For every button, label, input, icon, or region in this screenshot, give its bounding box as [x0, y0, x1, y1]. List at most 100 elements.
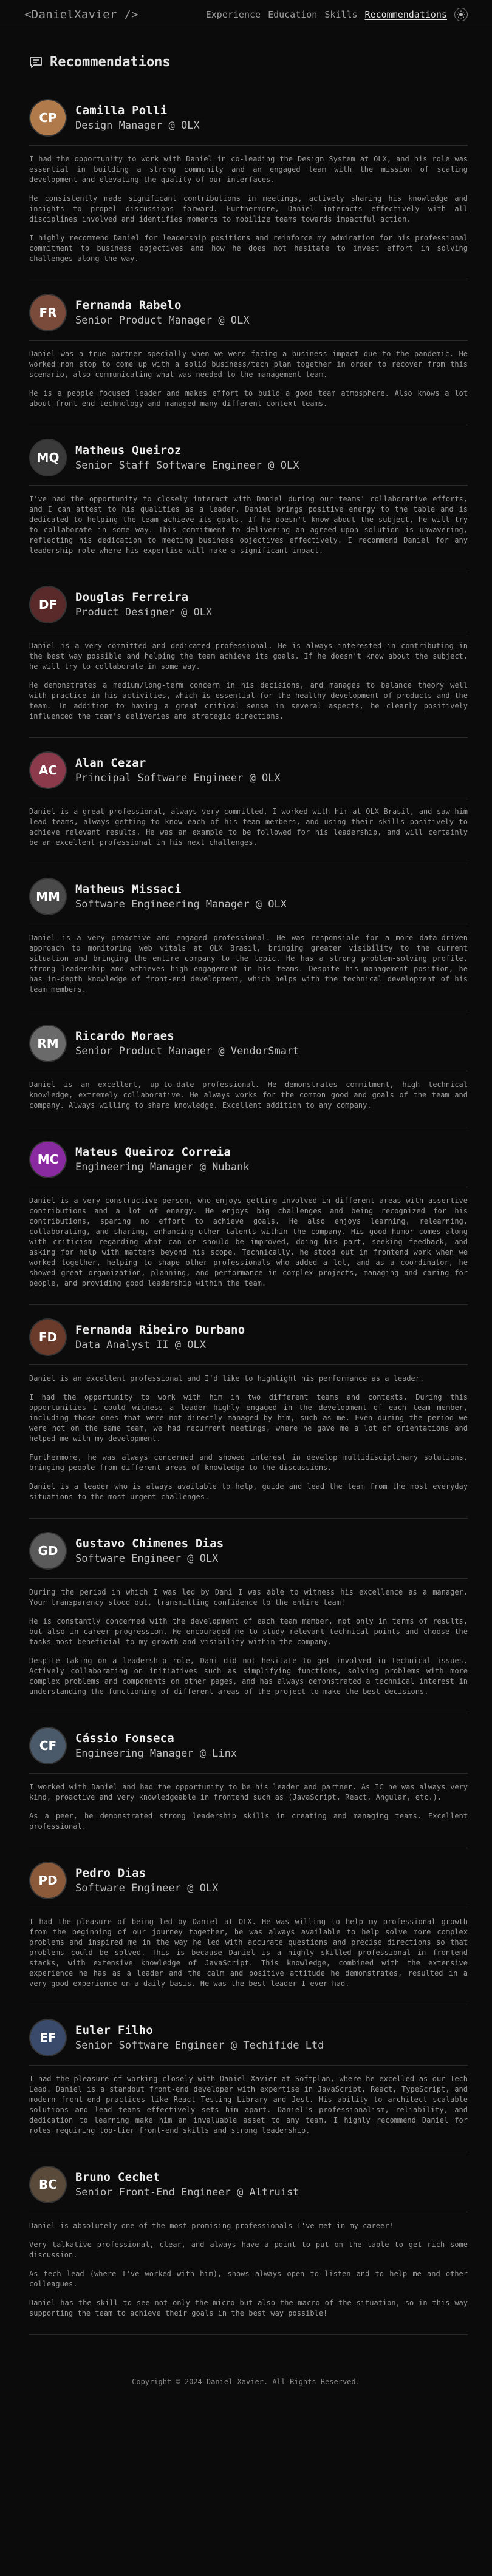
recommendation-header: FR Fernanda Rabelo Senior Product Manager …	[29, 294, 468, 331]
recommender-name: Mateus Queiroz Correia	[75, 1145, 231, 1159]
recommendation-paragraph: Daniel is an excellent, up-to-date profe…	[29, 1080, 468, 1110]
recommendation-paragraph: Despite taking on a leadership role, Dan…	[29, 1656, 468, 1696]
recommender-role: Engineering Manager @ Nubank	[75, 1161, 250, 1173]
recommendation-header: FD Fernanda Ribeiro Durbano Data Analyst I…	[29, 1318, 468, 1356]
recommendation-header: MM Matheus Missaci Software Engineering Ma…	[29, 878, 468, 915]
recommender-role: Engineering Manager @ Linx	[75, 1747, 237, 1760]
recommendation-text: Daniel was a true partner specially when…	[29, 340, 468, 425]
recommendation-paragraph: Daniel was a true partner specially when…	[29, 350, 468, 379]
avatar: RM	[29, 1025, 67, 1062]
recommendation-text: I had the opportunity to work with Danie…	[29, 145, 468, 280]
recommendation-paragraph: As tech lead (where I've worked with him…	[29, 2269, 468, 2288]
recommendation-paragraph: I worked with Daniel and had the opportu…	[29, 1783, 468, 1802]
recommendation-paragraph: Daniel is a great professional, always v…	[29, 807, 468, 847]
recommender-info: Ricardo Moraes Senior Product Manager @ V…	[75, 1029, 299, 1057]
recommendation-paragraph: I had the opportunity to work with Danie…	[29, 155, 468, 184]
recommender-role: Senior Front-End Engineer @ Altruist	[75, 2186, 299, 2198]
recommendation-header: RM Ricardo Moraes Senior Product Manager @…	[29, 1025, 468, 1062]
avatar: EF	[29, 2019, 67, 2056]
recommender-name: Fernanda Ribeiro Durbano	[75, 1323, 245, 1337]
avatar: CF	[29, 1727, 67, 1764]
recommendation-header: EF Euler Filho Senior Software Engineer @ …	[29, 2019, 468, 2056]
avatar: CP	[29, 99, 67, 137]
recommendation-card: CP Camilla Polli Design Manager @ OLX I had…	[29, 86, 468, 280]
recommender-info: Matheus Queiroz Senior Staff Software Eng…	[75, 444, 299, 472]
recommender-info: Euler Filho Senior Software Engineer @ Te…	[75, 2024, 324, 2052]
recommendation-paragraph: He is a people focused leader and makes …	[29, 389, 468, 408]
copyright-text: Copyright © 2024 Daniel Xavier. All Righ…	[132, 2378, 360, 2386]
recommendation-card: AC Alan Cezar Principal Software Engineer …	[29, 738, 468, 864]
avatar: DF	[29, 586, 67, 623]
section-title: Recommendations	[0, 29, 492, 86]
avatar: FR	[29, 294, 67, 331]
recommendation-paragraph: Daniel is absolutely one of the most pro…	[29, 2222, 394, 2230]
recommendation-paragraph: I had the pleasure of being led by Danie…	[29, 1917, 468, 1988]
recommendation-paragraph: I had the opportunity to work with him i…	[29, 1393, 468, 1443]
recommendation-card: MQ Matheus Queiroz Senior Staff Software E…	[29, 425, 468, 572]
recommendation-card: MM Matheus Missaci Software Engineering Ma…	[29, 864, 468, 1011]
recommender-name: Matheus Queiroz	[75, 444, 182, 457]
recommendation-text: I've had the opportunity to closely inte…	[29, 485, 468, 572]
recommender-name: Bruno Cechet	[75, 2171, 160, 2184]
recommendation-paragraph: Daniel is a very committed and dedicated…	[29, 642, 468, 671]
recommendation-paragraph: He demonstrates a medium/long-term conce…	[29, 681, 468, 720]
footer: Copyright © 2024 Daniel Xavier. All Righ…	[0, 2335, 492, 2410]
recommendation-header: DF Douglas Ferreira Product Designer @ OLX	[29, 586, 468, 623]
recommender-role: Software Engineer @ OLX	[75, 1553, 219, 1565]
recommendation-paragraph: Very talkative professional, clear, and …	[29, 2240, 468, 2259]
recommendation-paragraph: Daniel has the skill to see not only the…	[29, 2299, 468, 2317]
recommendation-paragraph: Daniel is a very constructive person, wh…	[29, 1196, 468, 1287]
recommender-info: Mateus Queiroz Correia Engineering Manage…	[75, 1145, 250, 1173]
recommendation-card: FR Fernanda Rabelo Senior Product Manager …	[29, 280, 468, 425]
recommender-role: Data Analyst II @ OLX	[75, 1339, 206, 1351]
recommendation-card: DF Douglas Ferreira Product Designer @ OLX…	[29, 572, 468, 738]
recommendation-text: Daniel is absolutely one of the most pro…	[29, 2212, 468, 2335]
top-nav: <DanielXavier /> Experience Education Sk…	[0, 0, 492, 29]
recommendation-paragraph: I had the pleasure of working closely wi…	[29, 2075, 468, 2135]
recommendation-header: MQ Matheus Queiroz Senior Staff Software E…	[29, 439, 468, 476]
brand-logo[interactable]: <DanielXavier />	[24, 8, 138, 21]
recommendation-text: Daniel is a very constructive person, wh…	[29, 1187, 468, 1305]
recommendation-card: FD Fernanda Ribeiro Durbano Data Analyst I…	[29, 1305, 468, 1519]
recommendation-card: MC Mateus Queiroz Correia Engineering Mana…	[29, 1127, 468, 1305]
recommender-name: Camilla Polli	[75, 104, 168, 117]
recommendation-text: Daniel is an excellent professional and …	[29, 1364, 468, 1519]
recommendation-paragraph: Daniel is a leader who is always availab…	[29, 1482, 468, 1501]
recommendation-header: AC Alan Cezar Principal Software Engineer …	[29, 751, 468, 789]
recommendation-header: CF Cássio Fonseca Engineering Manager @ Li…	[29, 1727, 468, 1764]
nav-link-education[interactable]: Education	[268, 9, 317, 20]
recommender-role: Software Engineer @ OLX	[75, 1882, 219, 1894]
recommendation-paragraph: I've had the opportunity to closely inte…	[29, 495, 468, 555]
recommender-info: Fernanda Rabelo Senior Product Manager @ …	[75, 299, 250, 327]
avatar: FD	[29, 1318, 67, 1356]
recommendation-paragraph: He consistently made significant contrib…	[29, 194, 468, 223]
nav-link-recommendations[interactable]: Recommendations	[365, 9, 447, 20]
section-title-text: Recommendations	[50, 55, 171, 70]
recommender-role: Product Designer @ OLX	[75, 606, 213, 619]
avatar: AC	[29, 751, 67, 789]
recommender-role: Senior Product Manager @ OLX	[75, 314, 250, 327]
recommendation-text: I had the pleasure of being led by Danie…	[29, 1908, 468, 2005]
nav-link-experience[interactable]: Experience	[206, 9, 261, 20]
recommender-name: Fernanda Rabelo	[75, 299, 182, 312]
recommender-role: Design Manager @ OLX	[75, 120, 200, 132]
avatar: GD	[29, 1532, 67, 1570]
nav-link-skills[interactable]: Skills	[324, 9, 357, 20]
recommendation-paragraph: He is constantly concerned with the deve…	[29, 1617, 468, 1646]
recommender-info: Bruno Cechet Senior Front-End Engineer @ …	[75, 2171, 299, 2198]
recommender-info: Camilla Polli Design Manager @ OLX	[75, 104, 200, 132]
recommendation-text: Daniel is a very proactive and engaged p…	[29, 924, 468, 1011]
recommender-role: Senior Product Manager @ VendorSmart	[75, 1045, 299, 1057]
recommendation-text: Daniel is an excellent, up-to-date profe…	[29, 1071, 468, 1127]
recommendation-header: GD Gustavo Chimenes Dias Software Engineer…	[29, 1532, 468, 1570]
nav-links: Experience Education Skills Recommendati…	[206, 7, 468, 21]
message-icon	[29, 56, 43, 69]
recommendation-card: PD Pedro Dias Software Engineer @ OLX I had…	[29, 1848, 468, 2005]
recommender-info: Pedro Dias Software Engineer @ OLX	[75, 1866, 218, 1894]
recommendation-paragraph: As a peer, he demonstrated strong leader…	[29, 1812, 468, 1831]
recommendation-paragraph: During the period in which I was led by …	[29, 1588, 468, 1607]
recommendation-header: CP Camilla Polli Design Manager @ OLX	[29, 99, 468, 137]
recommendation-card: RM Ricardo Moraes Senior Product Manager @…	[29, 1011, 468, 1127]
sun-icon[interactable]	[454, 7, 468, 21]
recommendation-text: I worked with Daniel and had the opportu…	[29, 1773, 468, 1848]
